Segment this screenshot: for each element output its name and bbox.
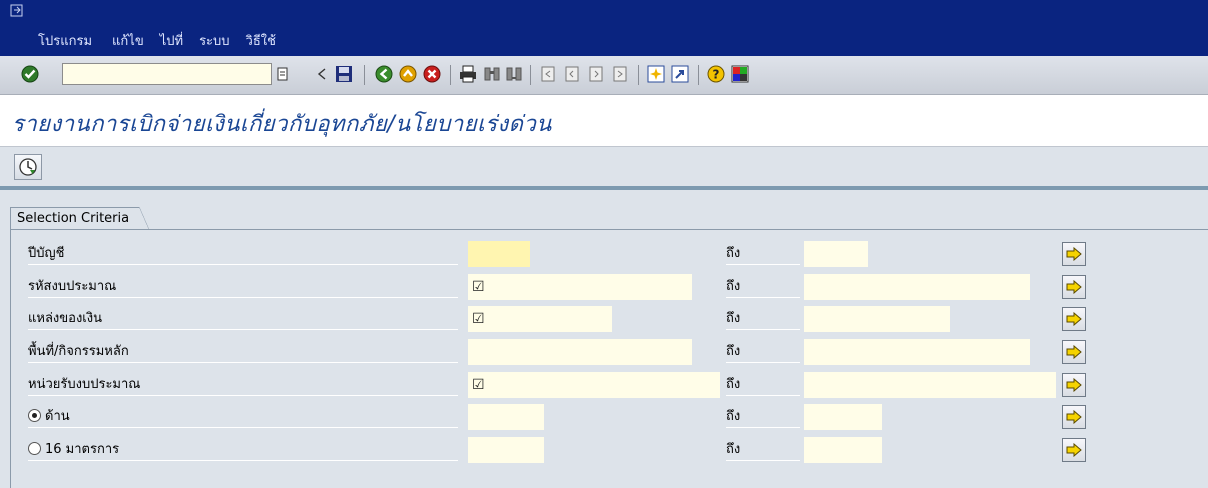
to-label: ถึง	[726, 243, 800, 265]
from-input[interactable]	[468, 241, 530, 267]
field-label: 16 มาตรการ	[28, 439, 458, 461]
from-input[interactable]: ☑	[468, 306, 612, 332]
to-input[interactable]	[804, 306, 950, 332]
multiple-selection-button[interactable]	[1062, 340, 1086, 364]
multiple-selection-button[interactable]	[1062, 242, 1086, 266]
field-label: พื้นที่/กิจกรรมหลัก	[28, 341, 458, 363]
group-title: Selection Criteria	[10, 207, 150, 230]
from-input[interactable]: ☑	[468, 274, 692, 300]
last-page-icon[interactable]	[610, 64, 630, 84]
row-fiscal-year: ปีบัญชี ถึง	[0, 241, 1208, 267]
to-label: ถึง	[726, 276, 800, 298]
menu-help[interactable]: วิธีใช้	[246, 30, 276, 50]
menu-bar: โปรแกรม แก้ไข ไปที่ ระบบ วิธีใช้	[0, 0, 1208, 56]
from-input[interactable]	[468, 437, 544, 463]
field-label: หน่วยรับงบประมาณ	[28, 374, 458, 396]
multiple-selection-button[interactable]	[1062, 373, 1086, 397]
collapse-arrow-icon[interactable]	[312, 64, 332, 84]
row-budget-unit: หน่วยรับงบประมาณ ☑ ถึง	[0, 372, 1208, 398]
menu-goto[interactable]: ไปที่	[160, 30, 183, 50]
find-icon[interactable]	[482, 64, 502, 84]
application-toolbar	[0, 146, 1208, 191]
field-label: รหัสงบประมาณ	[28, 276, 458, 298]
save-icon[interactable]	[334, 64, 354, 84]
layout-menu-icon[interactable]	[730, 64, 750, 84]
to-input[interactable]	[804, 274, 1030, 300]
to-input[interactable]	[804, 339, 1030, 365]
multiple-selection-button[interactable]	[1062, 438, 1086, 462]
first-page-icon[interactable]	[538, 64, 558, 84]
field-label: ด้าน	[28, 406, 458, 428]
to-input[interactable]	[804, 404, 882, 430]
row-budget-code: รหัสงบประมาณ ☑ ถึง	[0, 274, 1208, 300]
arrow-right-icon	[1066, 312, 1082, 326]
arrow-right-icon	[1066, 378, 1082, 392]
to-input[interactable]	[804, 437, 882, 463]
to-input[interactable]	[804, 241, 868, 267]
row-fund-source: แหล่งของเงิน ☑ ถึง	[0, 306, 1208, 332]
cancel-icon[interactable]	[422, 64, 442, 84]
menu-system[interactable]: ระบบ	[199, 30, 229, 50]
matchcode-icon: ☑	[472, 377, 485, 393]
field-label: แหล่งของเงิน	[28, 308, 458, 330]
enter-icon[interactable]	[20, 64, 40, 84]
page-title: รายงานการเบิกจ่ายเงินเกี่ยวกับอุทกภัย/นโ…	[12, 112, 552, 137]
standard-toolbar: ?	[0, 56, 1208, 95]
exit-icon[interactable]	[398, 64, 418, 84]
row-area-activity: พื้นที่/กิจกรรมหลัก ถึง	[0, 339, 1208, 365]
from-input[interactable]: ☑	[468, 372, 720, 398]
find-next-icon[interactable]	[504, 64, 524, 84]
svg-text:?: ?	[713, 68, 720, 82]
radio-aspect[interactable]	[28, 409, 41, 422]
execute-button[interactable]	[14, 154, 42, 180]
arrow-right-icon	[1066, 410, 1082, 424]
help-icon[interactable]: ?	[706, 64, 726, 84]
from-input[interactable]	[468, 404, 544, 430]
next-page-icon[interactable]	[586, 64, 606, 84]
row-16-measures: 16 มาตรการ ถึง	[0, 437, 1208, 463]
arrow-right-icon	[1066, 345, 1082, 359]
multiple-selection-button[interactable]	[1062, 275, 1086, 299]
to-label: ถึง	[726, 308, 800, 330]
multiple-selection-button[interactable]	[1062, 307, 1086, 331]
command-history-icon[interactable]	[276, 66, 290, 82]
to-label: ถึง	[726, 374, 800, 396]
to-input[interactable]	[804, 372, 1056, 398]
menu-program[interactable]: โปรแกรม	[38, 30, 92, 50]
back-icon[interactable]	[374, 64, 394, 84]
radio-16-measures[interactable]	[28, 442, 41, 455]
shortcut-icon[interactable]	[670, 64, 690, 84]
to-label: ถึง	[726, 439, 800, 461]
arrow-right-icon	[1066, 443, 1082, 457]
multiple-selection-button[interactable]	[1062, 405, 1086, 429]
from-input[interactable]	[468, 339, 692, 365]
to-label: ถึง	[726, 341, 800, 363]
previous-page-icon[interactable]	[562, 64, 582, 84]
to-label: ถึง	[726, 406, 800, 428]
command-field[interactable]	[62, 63, 272, 85]
create-session-icon[interactable]	[646, 64, 666, 84]
system-menu-icon[interactable]	[10, 4, 26, 18]
arrow-right-icon	[1066, 280, 1082, 294]
row-aspect: ด้าน ถึง	[0, 404, 1208, 430]
menu-edit[interactable]: แก้ไข	[112, 30, 144, 50]
field-label: ปีบัญชี	[28, 243, 458, 265]
matchcode-icon: ☑	[472, 311, 485, 327]
execute-icon	[19, 158, 37, 176]
matchcode-icon: ☑	[472, 279, 485, 295]
arrow-right-icon	[1066, 247, 1082, 261]
print-icon[interactable]	[458, 64, 478, 84]
